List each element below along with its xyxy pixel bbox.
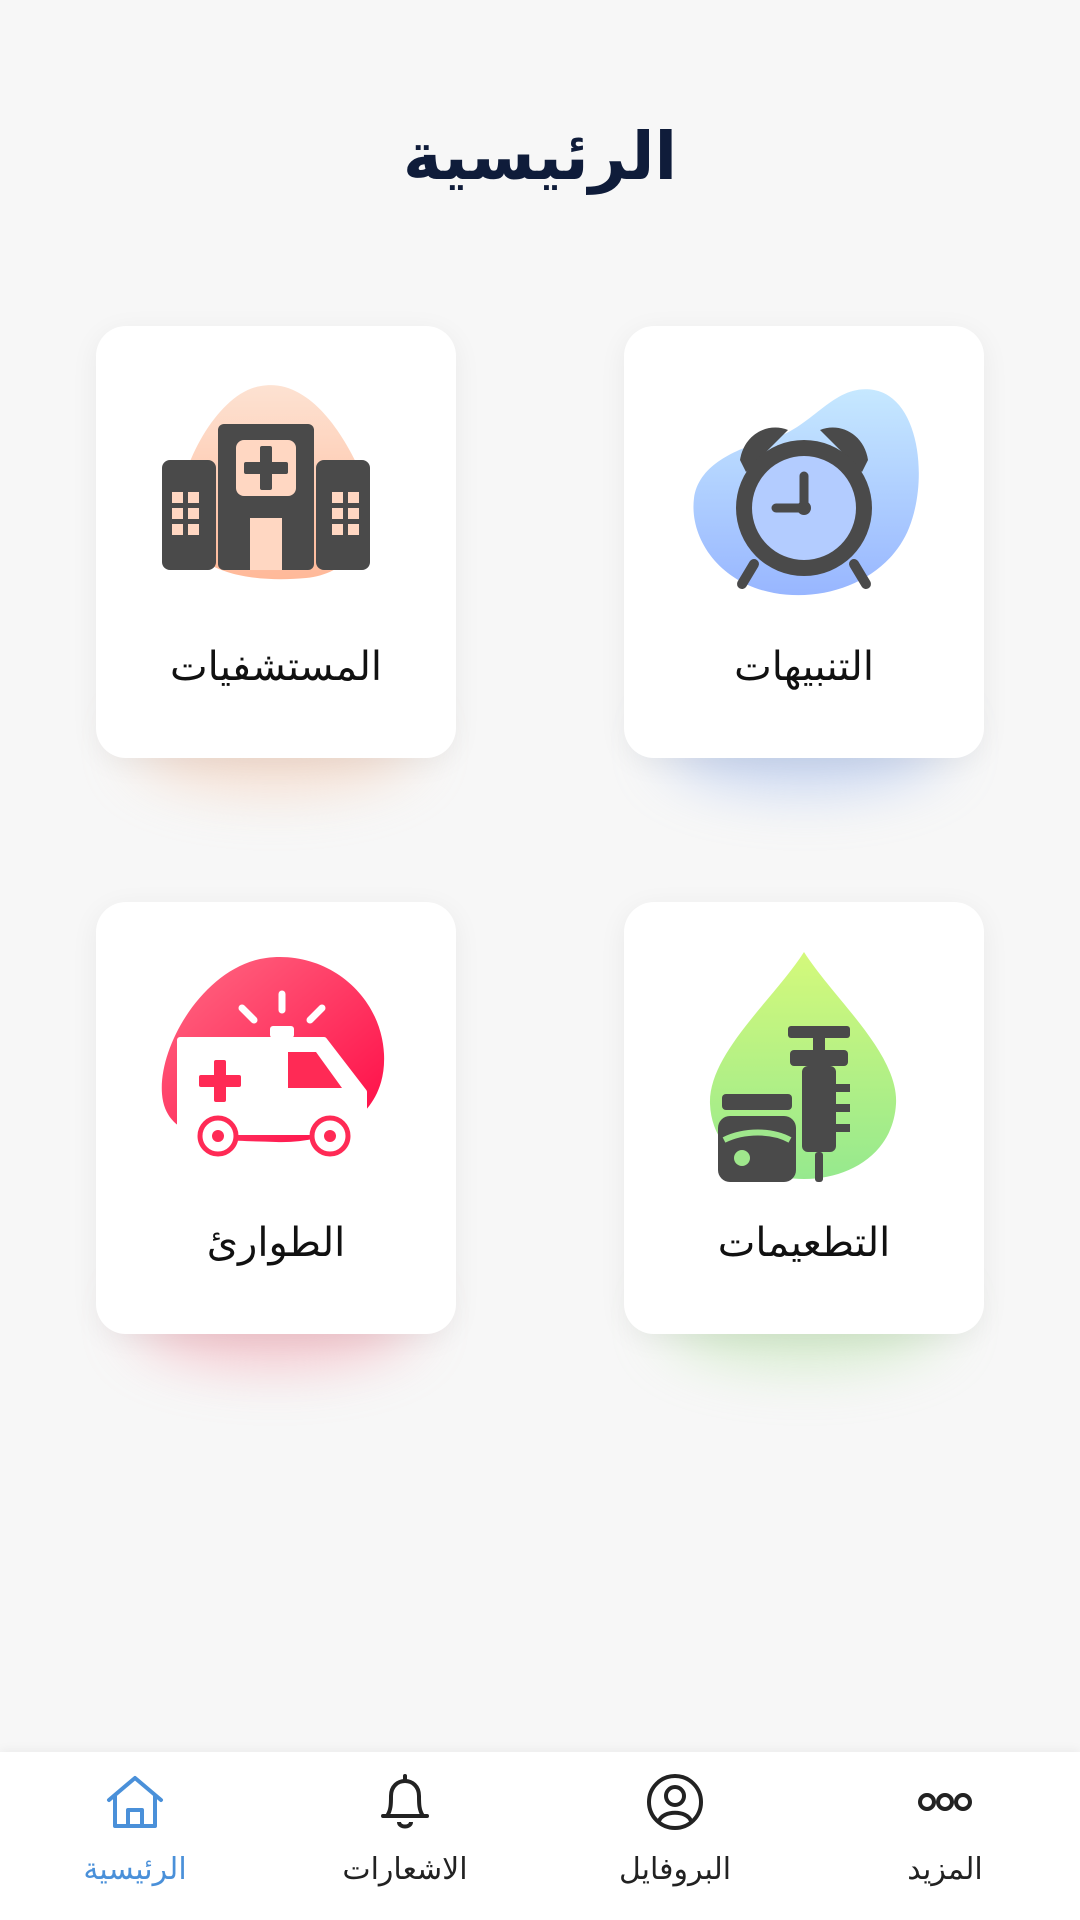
profile-icon: [643, 1770, 707, 1834]
nav-profile[interactable]: البروفايل: [540, 1752, 810, 1920]
vaccinations-label: التطعيمات: [717, 1220, 891, 1266]
more-icon: [913, 1770, 977, 1834]
emergency-label: الطوارئ: [206, 1220, 346, 1266]
hospitals-label: المستشفيات: [169, 644, 382, 690]
alerts-label: التنبيهات: [734, 644, 874, 690]
nav-notifications[interactable]: الاشعارات: [270, 1752, 540, 1920]
nav-more-label: المزيد: [907, 1852, 983, 1887]
vaccinations-card[interactable]: التطعيمات: [624, 902, 984, 1334]
hospital-icon: [156, 368, 396, 608]
bottom-navigation: المزيد البروفايل الاشعارات الرئيسية: [0, 1752, 1080, 1920]
hospitals-card[interactable]: المستشفيات: [96, 326, 456, 758]
bell-icon: [373, 1770, 437, 1834]
ambulance-icon: [156, 944, 396, 1184]
alerts-card[interactable]: التنبيهات: [624, 326, 984, 758]
emergency-card[interactable]: الطوارئ: [96, 902, 456, 1334]
nav-profile-label: البروفايل: [618, 1852, 732, 1887]
nav-notifications-label: الاشعارات: [342, 1852, 468, 1887]
home-screen: الرئيسية المستشفيات التنبيهات الطوارئ ال…: [0, 0, 1080, 1920]
page-title: الرئيسية: [402, 118, 678, 195]
home-icon: [103, 1770, 167, 1834]
nav-home-label: الرئيسية: [83, 1852, 187, 1887]
nav-more[interactable]: المزيد: [810, 1752, 1080, 1920]
alarm-clock-icon: [684, 368, 924, 608]
nav-home[interactable]: الرئيسية: [0, 1752, 270, 1920]
vaccine-icon: [684, 944, 924, 1184]
